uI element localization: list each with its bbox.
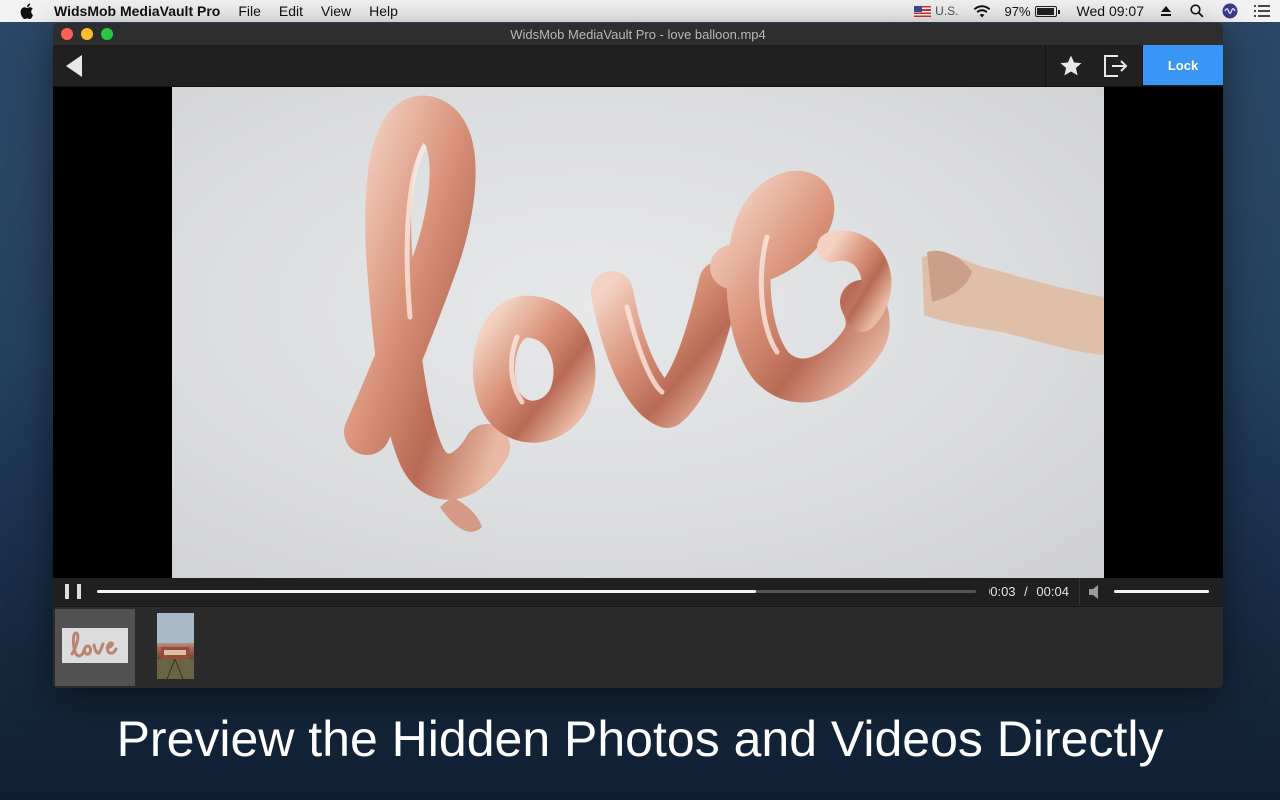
toolbar: Lock xyxy=(53,45,1223,87)
thumbnail-love-balloon[interactable] xyxy=(55,609,135,686)
promo-caption: Preview the Hidden Photos and Videos Dir… xyxy=(116,711,1164,767)
zoom-window-button[interactable] xyxy=(101,28,113,40)
apple-icon[interactable] xyxy=(20,3,38,19)
time-display: 00:03 / 00:04 xyxy=(989,584,1073,599)
lock-button[interactable]: Lock xyxy=(1143,45,1223,85)
back-button[interactable] xyxy=(61,53,87,79)
volume-icon[interactable] xyxy=(1088,584,1104,600)
love-balloon-image xyxy=(344,95,1104,532)
time-separator: / xyxy=(1024,584,1028,599)
eject-icon[interactable] xyxy=(1160,5,1172,17)
window-controls xyxy=(61,28,113,40)
menu-edit[interactable]: Edit xyxy=(279,3,303,19)
playback-controls: 00:03 / 00:04 xyxy=(53,578,1223,605)
input-source[interactable]: U.S. xyxy=(914,4,959,18)
battery-icon xyxy=(1034,5,1060,17)
export-icon xyxy=(1104,55,1128,77)
video-frame[interactable] xyxy=(172,87,1104,578)
video-player[interactable] xyxy=(53,87,1223,578)
siri-icon[interactable] xyxy=(1222,3,1238,19)
menu-bar: WidsMob MediaVault Pro File Edit View He… xyxy=(0,0,1280,22)
clock[interactable]: Wed 09:07 xyxy=(1077,3,1144,19)
input-source-label: U.S. xyxy=(935,4,959,18)
seek-progress xyxy=(97,590,757,593)
title-bar[interactable]: WidsMob MediaVault Pro - love balloon.mp… xyxy=(53,23,1223,45)
pause-icon xyxy=(77,584,81,599)
window-title: WidsMob MediaVault Pro - love balloon.mp… xyxy=(510,26,766,42)
search-icon[interactable] xyxy=(1190,4,1204,18)
close-window-button[interactable] xyxy=(61,28,73,40)
controls-divider xyxy=(1079,578,1080,605)
thumbnail-photo[interactable] xyxy=(157,613,194,679)
volume-level xyxy=(1114,590,1209,593)
flag-icon xyxy=(914,5,932,17)
duration: 00:04 xyxy=(1036,584,1069,599)
menu-help[interactable]: Help xyxy=(369,3,398,19)
current-time: 00:03 xyxy=(989,584,1016,599)
toolbar-divider xyxy=(1045,45,1046,87)
battery-status[interactable]: 97% xyxy=(1004,3,1060,19)
pause-button[interactable] xyxy=(65,584,81,599)
menu-file[interactable]: File xyxy=(238,3,261,19)
thumbnail-image xyxy=(62,628,128,663)
battery-percent: 97% xyxy=(1004,3,1031,19)
app-name-menu[interactable]: WidsMob MediaVault Pro xyxy=(54,3,220,19)
star-icon xyxy=(1060,55,1082,76)
export-button[interactable] xyxy=(1102,53,1130,79)
favorite-button[interactable] xyxy=(1057,53,1085,79)
wifi-icon[interactable] xyxy=(973,4,991,18)
volume-slider[interactable] xyxy=(1114,590,1209,593)
menu-view[interactable]: View xyxy=(321,3,351,19)
seek-bar[interactable] xyxy=(97,590,976,593)
filmstrip xyxy=(53,606,1223,688)
status-area: U.S. 97% Wed 09:07 xyxy=(900,0,1270,22)
minimize-window-button[interactable] xyxy=(81,28,93,40)
list-icon[interactable] xyxy=(1254,5,1270,17)
pause-icon xyxy=(65,584,69,599)
app-window: WidsMob MediaVault Pro - love balloon.mp… xyxy=(53,23,1223,688)
back-arrow-icon xyxy=(66,55,82,77)
